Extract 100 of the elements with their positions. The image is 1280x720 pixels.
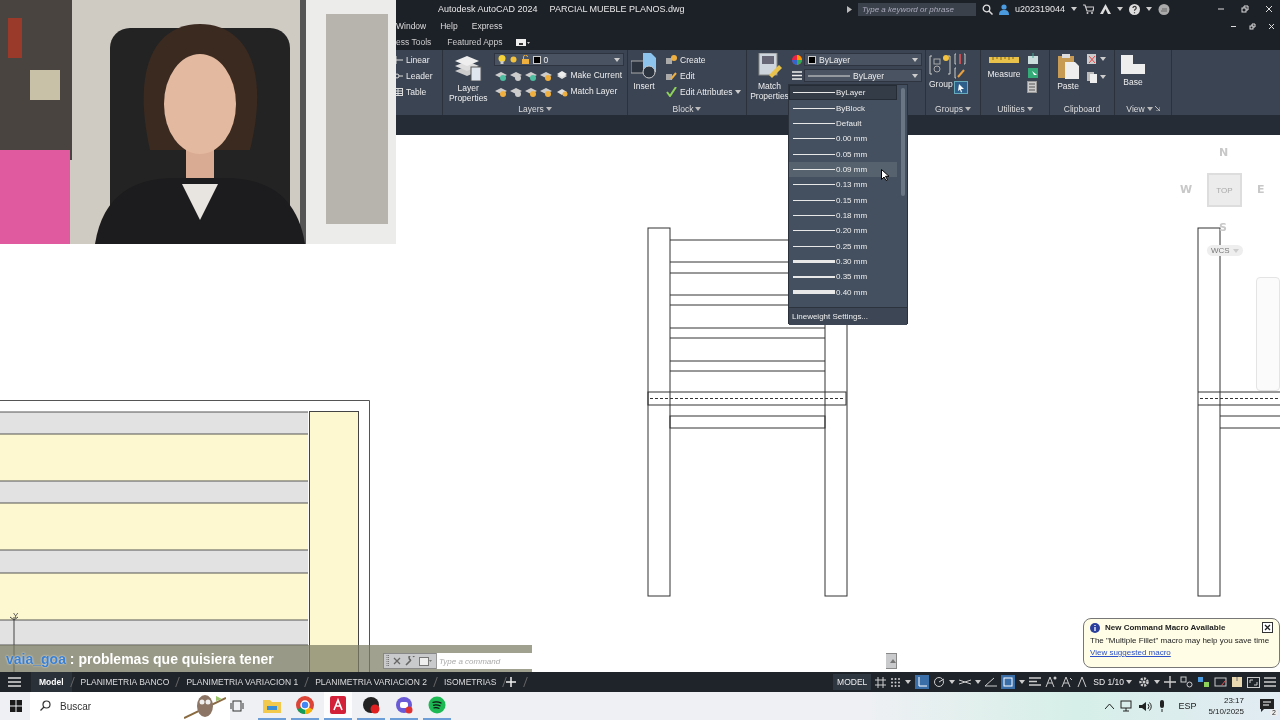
select-icon[interactable] [1027,67,1039,79]
lineweight-option[interactable]: 0.18 mm [789,207,897,224]
isodraft-icon[interactable] [959,677,972,687]
caret-icon[interactable] [975,680,982,684]
ortho-icon[interactable] [915,675,930,689]
user-icon[interactable] [998,3,1009,15]
layer-tool-icon[interactable] [493,69,507,81]
make-current-button[interactable]: Make Current [553,68,624,82]
block-tool[interactable]: Edit Attributes [664,85,744,99]
layout-tab[interactable]: PLANIMETRIA VARIACION 1 [178,672,307,692]
caret-icon[interactable] [1117,7,1123,11]
lineweight-option[interactable]: 0.09 mm [789,161,897,178]
search-icon[interactable] [981,3,993,15]
cloud-icon[interactable] [1158,3,1170,15]
expand-icon[interactable] [846,5,852,13]
taskbar-search-field[interactable]: Buscar [30,692,230,720]
layout-tab[interactable]: PLANIMETRIA BANCO [72,672,178,692]
caret-icon[interactable] [1019,680,1026,684]
lineweight-display-icon[interactable] [1029,677,1042,687]
autoscale-icon[interactable] [1061,676,1074,688]
close-button[interactable] [1262,622,1273,633]
annotation-tool[interactable]: Linear [393,53,435,67]
panel-title[interactable]: Groups [935,102,971,115]
grid-icon[interactable] [875,676,887,688]
group-edit-icon[interactable] [954,67,966,79]
close-icon[interactable] [1267,21,1276,31]
language-indicator[interactable]: ESP [1178,701,1197,711]
caret-icon[interactable] [1071,7,1077,11]
fullscreen-icon[interactable] [1247,676,1260,688]
panel-title[interactable]: Layers [518,103,552,115]
menu-icon[interactable] [8,677,21,687]
layer-dropdown[interactable]: 0 [493,53,624,66]
clock[interactable]: 23:17 5/10/2025 [1208,695,1244,717]
match-layer-button[interactable]: Match Layer [553,84,620,98]
lineweight-option[interactable]: 0.00 mm [789,131,897,147]
graphics-icon[interactable] [1214,676,1227,688]
lineweight-option[interactable]: 0.20 mm [789,223,897,239]
caret-icon[interactable] [964,106,971,111]
color-dropdown[interactable]: ByLayer [804,53,922,66]
paste-button[interactable]: Paste [1053,53,1083,91]
panel-title[interactable]: Clipboard [1063,102,1101,115]
group-select-icon[interactable] [954,81,968,94]
caret-icon[interactable] [1026,106,1033,111]
user-name[interactable]: u202319044 [1014,4,1065,14]
caret-icon[interactable] [735,90,742,94]
music-icon[interactable] [428,696,446,714]
suggested-macro-link[interactable]: View suggested macro [1090,648,1171,657]
ribbon-tab[interactable]: Featured Apps [444,35,506,49]
lineweight-option[interactable]: 0.25 mm [789,238,897,254]
up-caret-icon[interactable] [890,659,896,663]
browser-icon[interactable] [296,696,314,714]
network-icon[interactable] [1120,700,1134,712]
polar-icon[interactable] [933,676,946,688]
record-icon[interactable] [362,696,380,714]
ribbon-tab[interactable]: ess Tools [393,35,435,49]
launcher-icon[interactable] [1154,106,1160,111]
app-icon[interactable] [330,696,346,714]
command-field[interactable]: Type a command [436,653,886,669]
lineweight-option[interactable]: 0.30 mm [789,253,897,270]
add-icon[interactable] [505,676,518,688]
caret-icon[interactable] [1146,7,1152,11]
caret-icon[interactable] [1126,680,1132,684]
caret-icon[interactable] [949,680,956,684]
caret-icon[interactable] [545,107,552,111]
model-space-button[interactable]: MODEL [833,674,872,690]
lineweight-option[interactable]: Default [789,115,897,132]
triangle-icon[interactable] [1100,4,1111,14]
base-button[interactable]: Base [1118,53,1148,87]
layout-tab[interactable]: ISOMETRIAS [435,672,505,692]
windows-icon[interactable] [10,700,22,712]
caret-icon[interactable] [613,57,620,62]
lineweight-settings-option[interactable]: Lineweight Settings... [789,307,907,325]
wrench-icon[interactable] [405,656,415,666]
lineweight-option[interactable]: 0.15 mm [789,192,897,208]
microphone-icon[interactable] [1158,700,1167,712]
color-wheel-icon[interactable] [792,54,802,65]
caret-icon[interactable] [695,106,702,111]
folder-icon[interactable] [263,697,281,713]
prompt-icon[interactable] [419,656,432,666]
scrollbar-thumb[interactable] [901,88,905,196]
lineweight-option[interactable]: ByLayer [789,85,897,101]
match-properties-button[interactable]: Match Properties [750,53,789,101]
group-button[interactable]: Group [929,53,951,89]
crosshair-icon[interactable] [1164,676,1176,688]
restore-icon[interactable] [1240,4,1250,14]
annotation-scale-icon[interactable] [1077,676,1088,688]
search-field[interactable]: Type a keyword or phrase [857,2,976,16]
lineweight-option[interactable]: 0.13 mm [789,177,897,193]
settings-icon[interactable] [1138,676,1150,688]
menu-item[interactable]: Express [471,21,503,31]
caret-icon[interactable] [1154,680,1160,684]
panel-title[interactable]: Utilities [997,102,1033,115]
panel-title[interactable]: View [1126,102,1160,115]
chat-app-icon[interactable] [395,696,413,714]
annotation-tool[interactable]: Leader [393,69,435,83]
layer-tool-icon[interactable] [493,85,507,97]
layout-tab[interactable]: Model [31,672,72,692]
lineweight-option[interactable]: 0.05 mm [789,146,897,162]
lineweight-option[interactable]: 0.40 mm [789,284,897,300]
restore-icon[interactable] [1248,21,1257,31]
